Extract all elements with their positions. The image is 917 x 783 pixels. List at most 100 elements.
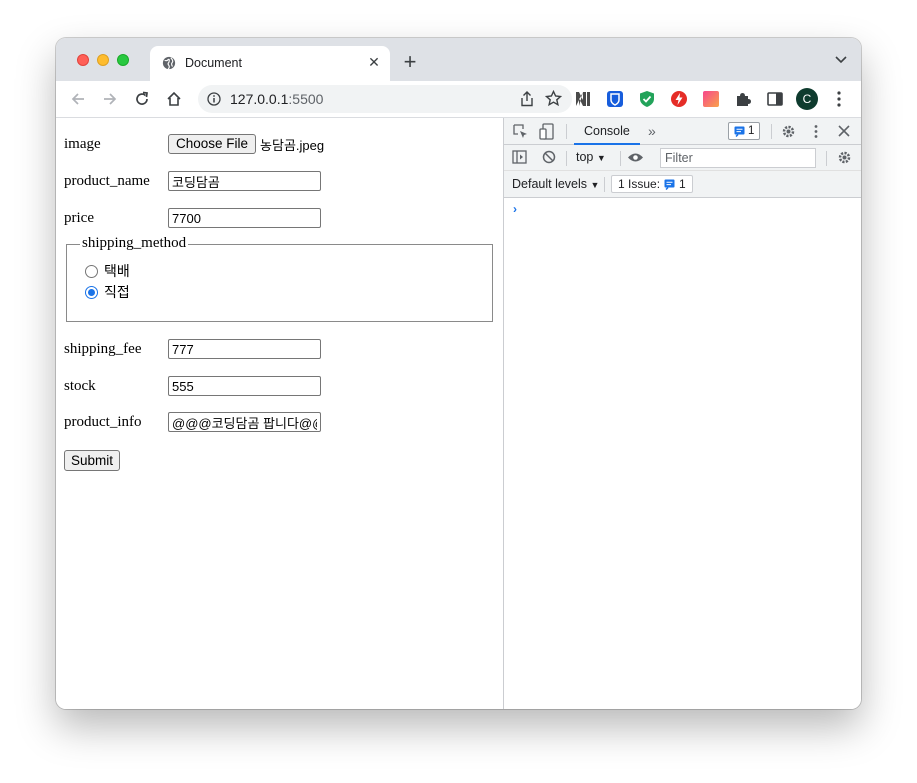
stock-input[interactable] [168,376,321,396]
console-levels-bar: Default levels ▼ 1 Issue: 1 [504,171,861,198]
reload-button[interactable] [132,89,152,109]
price-label: price [64,209,94,226]
context-value: top [576,150,594,164]
log-levels-dropdown[interactable]: Default levels ▼ [512,177,599,191]
radio-parcel[interactable] [85,264,98,278]
password-manager-icon[interactable] [606,90,624,108]
shipping-option-parcel[interactable]: 택배 [85,261,130,281]
console-toolbar: top ▼ Filter [504,145,861,171]
home-button[interactable] [164,89,184,109]
shipping-option-direct[interactable]: 직접 [85,282,130,302]
url-host: 127.0.0.1 [230,91,289,107]
issues-button[interactable]: 1 Issue: 1 [611,175,693,193]
image-row: image Choose File 농담곰.jpeg [64,134,324,154]
browser-window: Document ✕ + 127.0.0.1:5500 C image Choo… [56,38,861,709]
shipping-method-fieldset: shipping_method 택배 직접 [66,235,493,322]
choose-file-button[interactable]: Choose File [168,134,257,154]
selected-file-name: 농담곰.jpeg [260,137,325,153]
profile-avatar[interactable]: C [796,88,818,110]
radio-direct[interactable] [85,285,98,299]
issue-text: 1 Issue: [618,177,661,191]
tab-strip: Document ✕ + [56,38,861,81]
tab-document[interactable]: Document ✕ [150,46,390,81]
submit-button[interactable]: Submit [64,450,121,471]
more-tabs-icon[interactable]: » [648,123,656,139]
reload-icon [136,91,148,105]
close-tab-icon[interactable]: ✕ [366,54,382,70]
share-icon[interactable] [520,91,534,107]
zoom-window-button[interactable] [117,54,129,66]
back-button[interactable] [68,89,88,109]
message-icon [664,179,675,190]
toolbar-divider [604,177,605,192]
toolbar-divider [566,151,567,166]
close-window-button[interactable] [77,54,89,66]
info-icon[interactable] [207,92,221,106]
settings-gear-icon[interactable] [781,124,796,139]
issue-count: 1 [679,177,686,191]
toolbar-divider [566,124,567,139]
devtools-menu-icon[interactable] [812,124,820,139]
tab-console[interactable]: Console [574,118,640,145]
console-prompt[interactable]: › [513,202,517,216]
price-input[interactable] [168,208,321,228]
web-page: image Choose File 농담곰.jpeg product_name … [56,118,503,709]
product-info-label: product_info [64,413,142,430]
filter-input[interactable]: Filter [660,148,816,168]
globe-icon [162,56,176,70]
devtools-tab-bar: Console » 1 [504,118,861,145]
puzzle-icon[interactable] [734,90,752,108]
shipping-fee-row: shipping_fee [64,339,321,359]
more-options-icon[interactable] [832,90,846,108]
minimize-window-button[interactable] [97,54,109,66]
chevron-down-icon[interactable] [835,55,847,65]
product-name-input[interactable] [168,171,321,191]
url-port: :5500 [288,91,324,107]
content-area: image Choose File 농담곰.jpeg product_name … [56,118,861,709]
bookmark-star-icon[interactable] [545,90,562,107]
toolbar-divider [620,151,621,166]
toolbar-divider [771,124,772,139]
clear-console-icon[interactable] [542,150,556,164]
console-settings-icon[interactable] [837,150,852,165]
gradient-extension-icon[interactable] [702,90,720,108]
dropdown-arrow-icon: ▼ [596,153,606,163]
address-bar[interactable]: 127.0.0.1:5500 [198,85,572,113]
shield-icon[interactable] [638,90,656,108]
shipping-fee-input[interactable] [168,339,321,359]
message-icon [734,126,745,137]
product-name-row: product_name [64,171,321,191]
forward-button[interactable] [100,89,120,109]
extension-n-icon[interactable] [574,90,592,108]
home-icon [167,91,181,106]
toolbar-divider [826,151,827,166]
lightning-extension-icon[interactable] [670,90,688,108]
messages-badge[interactable]: 1 [728,122,761,140]
device-toolbar-icon[interactable] [539,123,554,140]
shipping-method-legend: shipping_method [80,235,189,252]
stock-row: stock [64,376,321,396]
context-selector[interactable]: top ▼ [576,150,606,164]
shipping-option-label: 직접 [104,285,130,301]
url-text: 127.0.0.1:5500 [230,91,323,107]
messages-count: 1 [748,125,755,137]
inspect-element-icon[interactable] [513,124,528,139]
price-row: price [64,208,321,228]
eye-icon[interactable] [627,152,644,163]
tab-title: Document [185,56,242,70]
shipping-fee-label: shipping_fee [64,340,142,357]
close-devtools-icon[interactable] [838,125,850,137]
browser-toolbar: 127.0.0.1:5500 C [56,81,861,118]
arrow-right-icon [104,93,117,105]
window-controls [77,54,129,66]
image-label: image [64,135,101,152]
new-tab-button[interactable]: + [400,51,420,73]
shipping-option-label: 택배 [104,264,130,280]
sidebar-toggle-icon[interactable] [512,150,527,164]
product-name-label: product_name [64,172,150,189]
stock-label: stock [64,377,96,394]
product-info-input[interactable] [168,412,321,432]
side-panel-icon[interactable] [766,90,784,108]
log-levels-label: Default levels [512,177,588,191]
dropdown-arrow-icon: ▼ [590,180,600,190]
